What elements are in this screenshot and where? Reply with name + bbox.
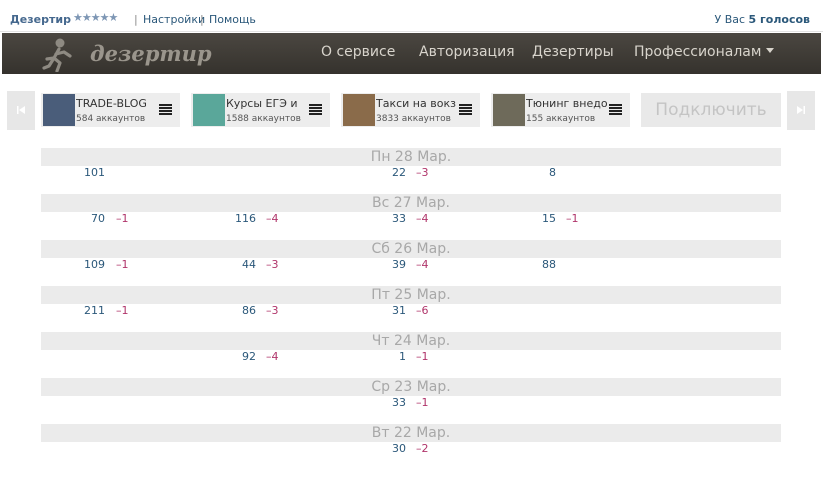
- account-card[interactable]: Тюнинг внедо 155 аккаунтов: [491, 93, 630, 127]
- day-header: Вт 22 Мар.: [41, 424, 781, 442]
- account-name: Курсы ЕГЭ и: [226, 97, 298, 110]
- connect-button[interactable]: Подключить: [641, 93, 781, 127]
- votes-counter[interactable]: У Вас 5 голосов: [715, 13, 811, 26]
- separator: |: [200, 13, 204, 26]
- stat-value: 1: [399, 350, 406, 363]
- stat-value: 44: [242, 258, 256, 271]
- account-count: 3833 аккаунтов: [376, 114, 451, 124]
- account-name: Такси на вокз: [376, 97, 456, 110]
- menu-icon[interactable]: [609, 104, 622, 115]
- stat-delta: –4: [266, 212, 279, 225]
- stat-delta: –4: [416, 212, 429, 225]
- stat-value: 33: [392, 396, 406, 409]
- settings-link[interactable]: Настройки: [143, 13, 205, 26]
- separator: |: [134, 13, 138, 26]
- stat-delta: –1: [116, 212, 129, 225]
- main-header: дезертир О сервисе Авторизация Дезертиры…: [2, 33, 821, 74]
- stat-delta: –1: [116, 304, 129, 317]
- account-card[interactable]: Курсы ЕГЭ и 1588 аккаунтов: [191, 93, 330, 127]
- account-avatar: [193, 94, 225, 126]
- skip-forward-icon: [797, 106, 805, 114]
- menu-icon[interactable]: [159, 104, 172, 115]
- stat-value: 8: [549, 166, 556, 179]
- rating-stars: ★★★★★: [73, 11, 118, 24]
- stat-value: 30: [392, 442, 406, 455]
- stat-value: 116: [235, 212, 256, 225]
- stat-value: 15: [542, 212, 556, 225]
- day-header: Пн 28 Мар.: [41, 148, 781, 166]
- stat-value: 33: [392, 212, 406, 225]
- logo[interactable]: дезертир: [42, 36, 212, 72]
- stat-value: 101: [84, 166, 105, 179]
- top-bar: Дезертир ★★★★★ | Настройки | Помощь У Ва…: [0, 0, 823, 32]
- stat-delta: –1: [416, 350, 429, 363]
- help-link[interactable]: Помощь: [209, 13, 256, 26]
- stat-delta: –1: [566, 212, 579, 225]
- stat-delta: –1: [116, 258, 129, 271]
- stat-value: 211: [84, 304, 105, 317]
- account-count: 584 аккаунтов: [76, 114, 146, 124]
- logo-text: дезертир: [90, 41, 212, 66]
- stat-delta: –4: [266, 350, 279, 363]
- stat-delta: –3: [266, 258, 279, 271]
- nav-deserters[interactable]: Дезертиры: [532, 44, 614, 60]
- stat-delta: –3: [266, 304, 279, 317]
- account-avatar: [493, 94, 525, 126]
- day-header: Пт 25 Мар.: [41, 286, 781, 304]
- caret-down-icon: [766, 48, 775, 53]
- stat-delta: –2: [416, 442, 429, 455]
- account-name: Тюнинг внедо: [526, 97, 608, 110]
- stat-value: 86: [242, 304, 256, 317]
- stat-value: 88: [542, 258, 556, 271]
- stat-value: 70: [91, 212, 105, 225]
- votes-value: 5 голосов: [748, 13, 810, 26]
- stat-value: 22: [392, 166, 406, 179]
- nav-login[interactable]: Авторизация: [419, 44, 515, 60]
- menu-icon[interactable]: [309, 104, 322, 115]
- day-header: Сб 26 Мар.: [41, 240, 781, 258]
- account-avatar: [43, 94, 75, 126]
- account-avatar: [343, 94, 375, 126]
- stat-delta: –1: [416, 396, 429, 409]
- nav-professionals-label: Профессионалам: [634, 44, 762, 60]
- day-header: Чт 24 Мар.: [41, 332, 781, 350]
- day-header: Ср 23 Мар.: [41, 378, 781, 396]
- account-card[interactable]: TRADE-BLOG 584 аккаунтов: [41, 93, 180, 127]
- account-count: 1588 аккаунтов: [226, 114, 301, 124]
- stat-value: 92: [242, 350, 256, 363]
- stat-value: 109: [84, 258, 105, 271]
- nav-about[interactable]: О сервисе: [321, 44, 395, 60]
- account-name: TRADE-BLOG: [76, 97, 147, 110]
- carousel-next-button[interactable]: [787, 91, 815, 130]
- account-count: 155 аккаунтов: [526, 114, 596, 124]
- stat-delta: –4: [416, 258, 429, 271]
- menu-icon[interactable]: [459, 104, 472, 115]
- day-header: Вс 27 Мар.: [41, 194, 781, 212]
- skip-back-icon: [17, 106, 25, 114]
- votes-prefix: У Вас: [714, 13, 746, 26]
- stat-value: 31: [392, 304, 406, 317]
- app-name[interactable]: Дезертир: [10, 13, 71, 26]
- stat-delta: –6: [416, 304, 429, 317]
- runner-icon: [42, 38, 72, 72]
- carousel-prev-button[interactable]: [7, 91, 35, 130]
- nav-professionals[interactable]: Профессионалам: [634, 44, 775, 60]
- stat-value: 39: [392, 258, 406, 271]
- stat-delta: –3: [416, 166, 429, 179]
- account-card[interactable]: Такси на вокз 3833 аккаунтов: [341, 93, 480, 127]
